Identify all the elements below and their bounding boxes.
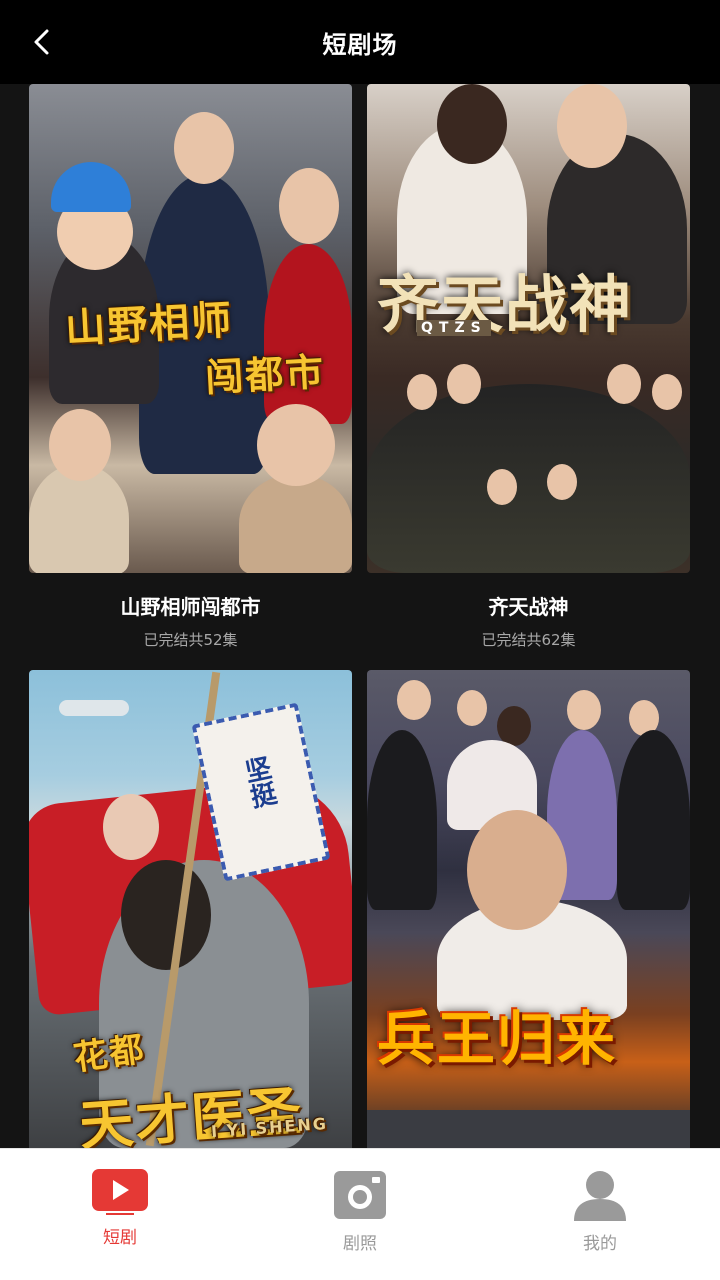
drama-poster[interactable]: 坚挺 花都 天才医圣 I YI SHENG bbox=[29, 670, 352, 1148]
user-icon bbox=[574, 1171, 626, 1221]
poster-sign-text: 坚挺 bbox=[238, 753, 279, 811]
page-title: 短剧场 bbox=[322, 30, 398, 59]
drama-poster[interactable]: 山野相师 闯都市 bbox=[29, 84, 352, 573]
poster-title-text: 山野相师 bbox=[64, 297, 235, 353]
poster-title-text: 闯都市 bbox=[204, 349, 327, 401]
drama-poster[interactable]: 齐天战神 QTZS bbox=[367, 84, 690, 573]
drama-list[interactable]: 山野相师 闯都市 山野相师闯都市 已完结共52集 齐天战神 QTZS 齐天战神 … bbox=[0, 84, 720, 1148]
drama-card[interactable]: 坚挺 花都 天才医圣 I YI SHENG bbox=[29, 670, 352, 1148]
tab-mine[interactable]: 我的 bbox=[540, 1169, 660, 1254]
drama-card[interactable]: 山野相师 闯都市 山野相师闯都市 已完结共52集 bbox=[29, 84, 352, 650]
drama-poster[interactable]: 兵王归来 bbox=[367, 670, 690, 1148]
drama-title: 齐天战神 bbox=[488, 595, 569, 619]
poster-title-text: 花都 bbox=[71, 1029, 148, 1079]
tab-label: 剧照 bbox=[343, 1234, 377, 1254]
drama-card[interactable]: 兵王归来 bbox=[367, 670, 690, 1148]
top-bar: 短剧场 bbox=[0, 0, 720, 84]
drama-episode-info: 已完结共52集 bbox=[143, 631, 238, 649]
bottom-nav: 短剧 剧照 我的 bbox=[0, 1148, 720, 1280]
tab-label: 短剧 bbox=[103, 1228, 137, 1248]
camera-icon bbox=[334, 1171, 386, 1219]
back-button[interactable] bbox=[22, 22, 62, 62]
poster-title-text: 齐天战神 bbox=[377, 268, 634, 341]
tab-stills[interactable]: 剧照 bbox=[300, 1169, 420, 1254]
tab-label: 我的 bbox=[583, 1234, 617, 1254]
drama-card[interactable]: 齐天战神 QTZS 齐天战神 已完结共62集 bbox=[367, 84, 690, 650]
tab-short-drama[interactable]: 短剧 bbox=[60, 1169, 180, 1248]
poster-subtitle-text: QTZS bbox=[417, 320, 491, 336]
poster-title-text: 兵王归来 bbox=[377, 1005, 618, 1073]
drama-episode-info: 已完结共62集 bbox=[481, 631, 576, 649]
chevron-left-icon bbox=[34, 29, 49, 55]
drama-title: 山野相师闯都市 bbox=[120, 595, 261, 619]
play-icon bbox=[92, 1169, 148, 1215]
